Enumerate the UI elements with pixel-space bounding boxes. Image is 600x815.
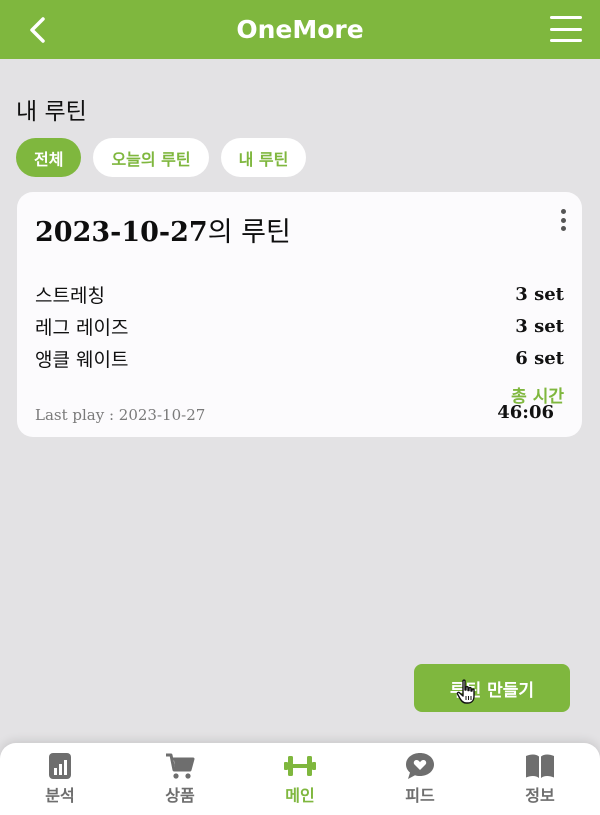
nav-label: 피드 (405, 786, 435, 805)
exercise-name: 레그 레이즈 (35, 316, 129, 339)
nav-item-main[interactable]: 메인 (255, 752, 345, 806)
exercise-list: 스트레칭 3 set 레그 레이즈 3 set 앵클 웨이트 6 set (35, 278, 564, 374)
nav-item-analysis[interactable]: 분석 (15, 752, 105, 806)
heart-chat-icon (406, 753, 434, 779)
routine-card[interactable]: 2023-10-27의 루틴 스트레칭 3 set 레그 레이즈 3 set 앵… (17, 192, 582, 437)
hamburger-menu-icon (550, 16, 582, 19)
hand-pointer-cursor-icon (456, 679, 475, 704)
nav-item-feed[interactable]: 피드 (375, 752, 465, 806)
chevron-left-icon (30, 17, 45, 43)
bottom-navigation: 분석 상품 메인 피드 정보 (0, 743, 600, 815)
exercise-sets: 3 set (515, 315, 564, 337)
nav-label: 정보 (525, 786, 555, 805)
shopping-cart-icon (166, 753, 195, 779)
last-play-date: Last play : 2023-10-27 (35, 406, 206, 424)
dumbbell-icon (284, 756, 316, 776)
kebab-menu-icon (560, 209, 566, 214)
app-title: OneMore (236, 15, 364, 44)
book-icon (526, 754, 554, 778)
nav-label: 분석 (45, 786, 75, 805)
nav-label: 메인 (285, 786, 315, 805)
page-title: 내 루틴 (16, 99, 87, 125)
filter-chip-all[interactable]: 전체 (16, 138, 82, 177)
exercise-row: 레그 레이즈 3 set (35, 310, 564, 342)
exercise-name: 스트레칭 (35, 284, 105, 307)
nav-item-info[interactable]: 정보 (495, 752, 585, 806)
filter-chip-today[interactable]: 오늘의 루틴 (93, 138, 209, 177)
menu-button[interactable] (550, 16, 582, 42)
exercise-row: 스트레칭 3 set (35, 278, 564, 310)
create-routine-button[interactable]: 루틴 만들기 (414, 664, 570, 712)
nav-item-products[interactable]: 상품 (135, 752, 225, 806)
nav-label: 상품 (165, 786, 195, 805)
back-button[interactable] (22, 14, 52, 46)
exercise-name: 앵클 웨이트 (35, 348, 129, 371)
total-time-value: 46:06 (497, 402, 554, 423)
filter-chip-mine[interactable]: 내 루틴 (220, 138, 307, 177)
routine-title-suffix: 의 루틴 (207, 217, 291, 248)
bar-chart-icon (49, 753, 71, 779)
exercise-row: 앵클 웨이트 6 set (35, 342, 564, 374)
filter-chips: 전체 오늘의 루틴 내 루틴 (16, 138, 307, 177)
routine-title: 2023-10-27의 루틴 (35, 210, 291, 249)
routine-date: 2023-10-27 (35, 217, 208, 248)
exercise-sets: 3 set (515, 283, 564, 305)
exercise-sets: 6 set (515, 347, 564, 369)
app-header: OneMore (0, 0, 600, 59)
more-options-button[interactable] (558, 209, 568, 231)
